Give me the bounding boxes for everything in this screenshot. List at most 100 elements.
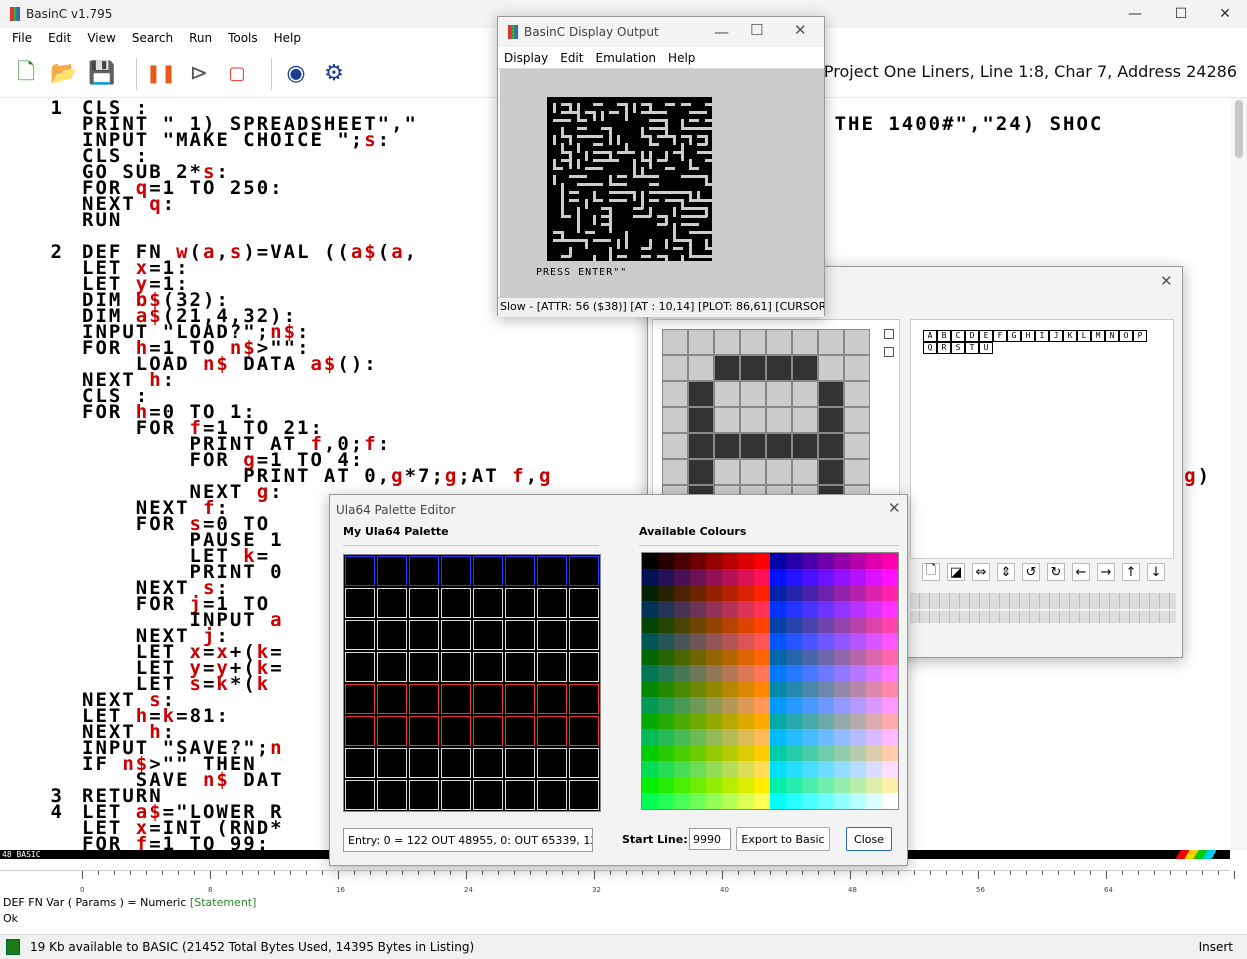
palette-slot[interactable]: [441, 652, 471, 682]
pixel-cell[interactable]: [766, 407, 792, 433]
colour-swatch[interactable]: [850, 553, 866, 569]
my-palette-grid[interactable]: [343, 554, 601, 812]
colour-swatch[interactable]: [690, 761, 706, 777]
open-folder-icon[interactable]: 📂: [50, 60, 78, 88]
colour-swatch[interactable]: [642, 569, 658, 585]
colour-swatch[interactable]: [706, 713, 722, 729]
colour-swatch[interactable]: [818, 601, 834, 617]
colour-swatch[interactable]: [754, 681, 770, 697]
colour-swatch[interactable]: [690, 617, 706, 633]
colour-swatch[interactable]: [658, 713, 674, 729]
colour-swatch[interactable]: [642, 729, 658, 745]
menu-run[interactable]: Run: [181, 31, 220, 45]
colour-swatch[interactable]: [802, 617, 818, 633]
colour-swatch[interactable]: [802, 553, 818, 569]
close-icon[interactable]: ✕: [1160, 272, 1173, 290]
colour-swatch[interactable]: [674, 585, 690, 601]
colour-swatch[interactable]: [738, 569, 754, 585]
palette-slot[interactable]: [537, 588, 567, 618]
options-gear-icon[interactable]: ⚙: [320, 60, 348, 88]
colour-swatch[interactable]: [818, 729, 834, 745]
palette-slot[interactable]: [473, 556, 503, 586]
colour-swatch[interactable]: [674, 729, 690, 745]
colour-swatch[interactable]: [866, 633, 882, 649]
palette-slot[interactable]: [441, 620, 471, 650]
colour-swatch[interactable]: [722, 617, 738, 633]
colour-swatch[interactable]: [754, 793, 770, 809]
colour-swatch[interactable]: [818, 761, 834, 777]
colour-swatch[interactable]: [818, 617, 834, 633]
pixel-cell[interactable]: [844, 433, 870, 459]
colour-swatch[interactable]: [818, 553, 834, 569]
colour-swatch[interactable]: [674, 713, 690, 729]
charset-char[interactable]: O: [1119, 330, 1133, 342]
menu-file[interactable]: File: [4, 31, 40, 45]
close-icon[interactable]: ✕: [794, 21, 807, 39]
colour-swatch[interactable]: [754, 745, 770, 761]
colour-swatch[interactable]: [850, 649, 866, 665]
colour-swatch[interactable]: [722, 745, 738, 761]
colour-swatch[interactable]: [690, 553, 706, 569]
pixel-cell[interactable]: [818, 433, 844, 459]
pixel-cell[interactable]: [714, 433, 740, 459]
colour-swatch[interactable]: [658, 729, 674, 745]
colour-swatch[interactable]: [690, 665, 706, 681]
palette-slot[interactable]: [505, 684, 535, 714]
colour-swatch[interactable]: [658, 665, 674, 681]
colour-swatch[interactable]: [786, 665, 802, 681]
pixel-cell[interactable]: [740, 407, 766, 433]
colour-swatch[interactable]: [802, 729, 818, 745]
colour-swatch[interactable]: [674, 777, 690, 793]
colour-swatch[interactable]: [850, 585, 866, 601]
pixel-cell[interactable]: [688, 459, 714, 485]
palette-slot[interactable]: [505, 652, 535, 682]
close-icon[interactable]: ✕: [888, 499, 901, 517]
colour-swatch[interactable]: [706, 649, 722, 665]
colour-swatch[interactable]: [818, 777, 834, 793]
colour-swatch[interactable]: [722, 713, 738, 729]
palette-slot[interactable]: [505, 748, 535, 778]
charset-char[interactable]: G: [1007, 330, 1021, 342]
colour-swatch[interactable]: [706, 665, 722, 681]
colour-swatch[interactable]: [882, 553, 898, 569]
palette-slot[interactable]: [377, 652, 407, 682]
code-line[interactable]: RUN: [0, 211, 122, 230]
colour-swatch[interactable]: [706, 601, 722, 617]
colour-swatch[interactable]: [706, 681, 722, 697]
colour-swatch[interactable]: [754, 777, 770, 793]
colour-swatch[interactable]: [658, 633, 674, 649]
stop-icon[interactable]: ▢: [223, 60, 251, 88]
palette-slot[interactable]: [377, 684, 407, 714]
colour-swatch[interactable]: [802, 569, 818, 585]
colour-swatch[interactable]: [770, 665, 786, 681]
palette-slot[interactable]: [345, 684, 375, 714]
charset-char[interactable]: A: [923, 330, 937, 342]
colour-swatch[interactable]: [690, 745, 706, 761]
palette-slot[interactable]: [569, 652, 599, 682]
colour-swatch[interactable]: [690, 633, 706, 649]
attr-toggle-icon[interactable]: [884, 347, 894, 357]
colour-swatch[interactable]: [674, 649, 690, 665]
colour-swatch[interactable]: [850, 681, 866, 697]
pixel-cell[interactable]: [792, 381, 818, 407]
pixel-cell[interactable]: [844, 459, 870, 485]
colour-swatch[interactable]: [642, 585, 658, 601]
colour-swatch[interactable]: [738, 665, 754, 681]
code-line[interactable]: FOR f=1 TO 99:: [0, 835, 270, 851]
colour-swatch[interactable]: [834, 553, 850, 569]
colour-swatch[interactable]: [882, 761, 898, 777]
colour-swatch[interactable]: [674, 553, 690, 569]
palette-slot[interactable]: [473, 748, 503, 778]
colour-swatch[interactable]: [674, 761, 690, 777]
palette-slot[interactable]: [473, 716, 503, 746]
charset-char[interactable]: Q: [923, 342, 937, 354]
colour-swatch[interactable]: [690, 681, 706, 697]
colour-swatch[interactable]: [818, 633, 834, 649]
colour-swatch[interactable]: [754, 665, 770, 681]
colour-swatch[interactable]: [674, 633, 690, 649]
colour-swatch[interactable]: [722, 649, 738, 665]
pixel-cell[interactable]: [740, 459, 766, 485]
colour-swatch[interactable]: [738, 649, 754, 665]
new-file-icon[interactable]: 🗋: [12, 60, 40, 88]
colour-swatch[interactable]: [738, 745, 754, 761]
